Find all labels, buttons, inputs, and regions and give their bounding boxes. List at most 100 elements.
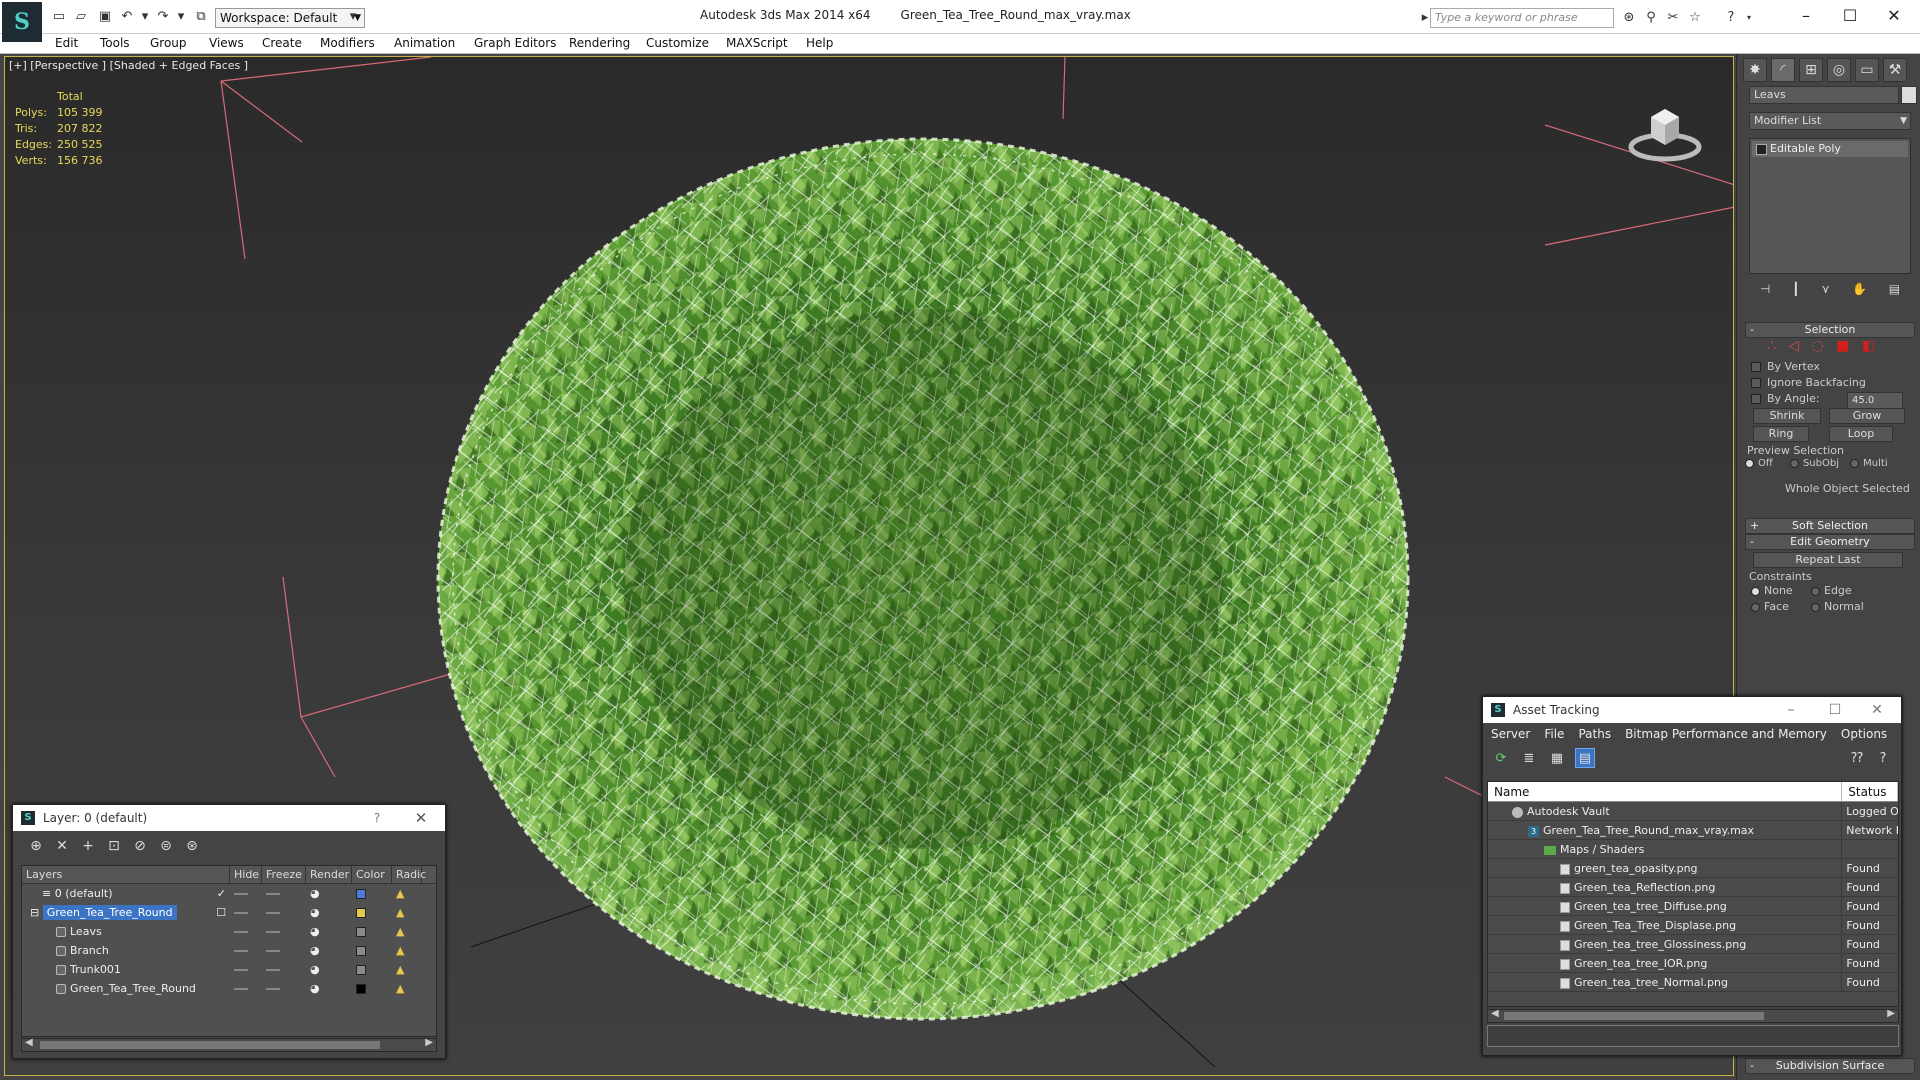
- key-icon[interactable]: ⚲: [1642, 9, 1660, 27]
- thumbnail-view-icon[interactable]: ▦: [1547, 748, 1567, 768]
- menu-help[interactable]: Help: [806, 36, 833, 50]
- layer-row[interactable]: ⊟ Green_Tea_Tree_Round ☐ ◕ ▲: [22, 903, 436, 922]
- highlight-layer-icon[interactable]: ⊘: [131, 837, 149, 855]
- layer-color-swatch[interactable]: [356, 908, 366, 918]
- layer-color-swatch[interactable]: [356, 927, 366, 937]
- workspace-dropdown[interactable]: Workspace: Default ▼: [215, 8, 365, 28]
- object-name-field[interactable]: Leavs: [1749, 86, 1899, 104]
- loop-button[interactable]: Loop: [1829, 426, 1893, 442]
- layer-horizontal-scrollbar[interactable]: ◀ ▶: [21, 1037, 437, 1052]
- viewcube-icon[interactable]: [1625, 87, 1705, 167]
- add-to-layer-icon[interactable]: +: [79, 837, 97, 855]
- column-radiosity[interactable]: Radic: [392, 866, 426, 883]
- viewport-label[interactable]: [+] [Perspective ] [Shaded + Edged Faces…: [9, 59, 248, 72]
- asset-menu-file[interactable]: File: [1544, 723, 1564, 745]
- menu-create[interactable]: Create: [262, 36, 302, 50]
- constraint-edge-radio[interactable]: Edge: [1811, 584, 1852, 597]
- edge-level-icon[interactable]: ◁: [1788, 338, 1799, 354]
- layer-row[interactable]: Leavs ◕ ▲: [22, 922, 436, 941]
- save-file-icon[interactable]: ▣: [96, 9, 114, 25]
- column-layers[interactable]: Layers: [22, 866, 230, 883]
- layer-row[interactable]: ≡ 0 (default) ✓ ◕ ▲: [22, 884, 436, 903]
- show-end-result-icon[interactable]: ┃: [1792, 282, 1799, 302]
- column-status[interactable]: Status: [1842, 782, 1898, 801]
- edit-geometry-rollout[interactable]: - Edit Geometry: [1745, 534, 1915, 550]
- asset-row[interactable]: Maps / Shaders: [1488, 840, 1898, 859]
- soft-selection-rollout[interactable]: + Soft Selection: [1745, 518, 1915, 534]
- search-input[interactable]: Type a keyword or phrase: [1430, 8, 1614, 28]
- by-vertex-checkbox[interactable]: By Vertex: [1751, 360, 1820, 373]
- asset-horizontal-scrollbar[interactable]: ◀ ▶: [1487, 1008, 1899, 1023]
- display-tab-icon[interactable]: ▭: [1855, 58, 1879, 82]
- scroll-thumb[interactable]: [40, 1041, 380, 1049]
- redo-dropdown-icon[interactable]: ▾: [172, 9, 190, 25]
- help-icon[interactable]: ?: [1722, 9, 1740, 27]
- modifier-list-dropdown[interactable]: Modifier List ▼: [1749, 112, 1911, 130]
- constraint-none-radio[interactable]: None: [1751, 584, 1793, 597]
- asset-row[interactable]: Green_tea_tree_IOR.png Found: [1488, 954, 1898, 973]
- list-view-icon[interactable]: ≣: [1519, 748, 1539, 768]
- layer-color-swatch[interactable]: [356, 984, 366, 994]
- close-icon[interactable]: ✕: [411, 805, 431, 831]
- exchange-icon[interactable]: ✂: [1664, 9, 1682, 27]
- freeze-toggle[interactable]: [266, 969, 280, 971]
- modify-tab-icon[interactable]: ◜: [1771, 58, 1795, 82]
- preview-multi-radio[interactable]: Multi: [1850, 458, 1888, 469]
- freeze-toggle[interactable]: [266, 931, 280, 933]
- asset-row[interactable]: Green_tea_tree_Glossiness.png Found: [1488, 935, 1898, 954]
- subdivision-surface-rollout[interactable]: - Subdivision Surface: [1745, 1058, 1915, 1074]
- radiosity-icon[interactable]: ▲: [396, 944, 404, 957]
- open-file-icon[interactable]: ▱: [72, 9, 90, 25]
- layer-row[interactable]: Branch ◕ ▲: [22, 941, 436, 960]
- hierarchy-tab-icon[interactable]: ⊞: [1799, 58, 1823, 82]
- close-icon[interactable]: ✕: [1857, 697, 1897, 723]
- asset-row[interactable]: Green_tea_tree_Diffuse.png Found: [1488, 897, 1898, 916]
- expand-minus-icon[interactable]: ⊟: [26, 906, 43, 919]
- asset-menu-options[interactable]: Options: [1841, 723, 1887, 745]
- constraint-face-radio[interactable]: Face: [1751, 600, 1789, 613]
- border-level-icon[interactable]: ◌: [1812, 338, 1824, 354]
- freeze-toggle[interactable]: [266, 988, 280, 990]
- asset-menu-paths[interactable]: Paths: [1578, 723, 1611, 745]
- scroll-right-icon[interactable]: ▶: [1887, 1008, 1895, 1019]
- scroll-thumb[interactable]: [1504, 1012, 1764, 1020]
- render-teapot-icon[interactable]: ◕: [310, 906, 320, 919]
- render-teapot-icon[interactable]: ◕: [310, 982, 320, 995]
- grow-button[interactable]: Grow: [1829, 408, 1905, 424]
- select-objects-icon[interactable]: ⊡: [105, 837, 123, 855]
- asset-menu-bitmap-performance[interactable]: Bitmap Performance and Memory: [1625, 723, 1827, 745]
- help-dropdown-icon[interactable]: ▾: [1740, 9, 1758, 27]
- layer-dialog-titlebar[interactable]: S Layer: 0 (default) ? ✕: [13, 805, 445, 831]
- menu-group[interactable]: Group: [150, 36, 187, 50]
- radiosity-icon[interactable]: ▲: [396, 906, 404, 919]
- maximize-button[interactable]: ☐: [1830, 4, 1870, 28]
- configure-sets-icon[interactable]: ▤: [1889, 282, 1900, 302]
- column-render[interactable]: Render: [306, 866, 352, 883]
- radiosity-icon[interactable]: ▲: [396, 982, 404, 995]
- hide-toggle[interactable]: [234, 950, 248, 952]
- menu-animation[interactable]: Animation: [394, 36, 455, 50]
- object-color-swatch[interactable]: [1901, 86, 1917, 104]
- ignore-backfacing-checkbox[interactable]: Ignore Backfacing: [1751, 376, 1866, 389]
- workspace-menu-icon[interactable]: ▾: [344, 9, 362, 25]
- freeze-toggle[interactable]: [266, 912, 280, 914]
- vertex-level-icon[interactable]: ∴: [1767, 338, 1776, 354]
- minimize-button[interactable]: –: [1786, 4, 1826, 28]
- by-angle-checkbox[interactable]: By Angle:: [1751, 392, 1820, 405]
- hide-toggle[interactable]: [234, 969, 248, 971]
- preview-off-radio[interactable]: Off: [1745, 458, 1773, 469]
- stack-item-editable-poly[interactable]: Editable Poly: [1752, 141, 1908, 157]
- asset-row[interactable]: green_tea_opasity.png Found: [1488, 859, 1898, 878]
- table-view-icon[interactable]: ▤: [1575, 748, 1595, 768]
- column-hide[interactable]: Hide: [230, 866, 262, 883]
- menu-tools[interactable]: Tools: [100, 36, 130, 50]
- create-layer-icon[interactable]: ⊕: [27, 837, 45, 855]
- star-icon[interactable]: ☆: [1686, 9, 1704, 27]
- hide-toggle[interactable]: [234, 893, 248, 895]
- shrink-button[interactable]: Shrink: [1753, 408, 1821, 424]
- hide-toggle[interactable]: [234, 931, 248, 933]
- help-icon[interactable]: ?: [367, 805, 387, 831]
- column-name[interactable]: Name: [1488, 782, 1843, 801]
- menu-maxscript[interactable]: MAXScript: [726, 36, 788, 50]
- menu-modifiers[interactable]: Modifiers: [320, 36, 375, 50]
